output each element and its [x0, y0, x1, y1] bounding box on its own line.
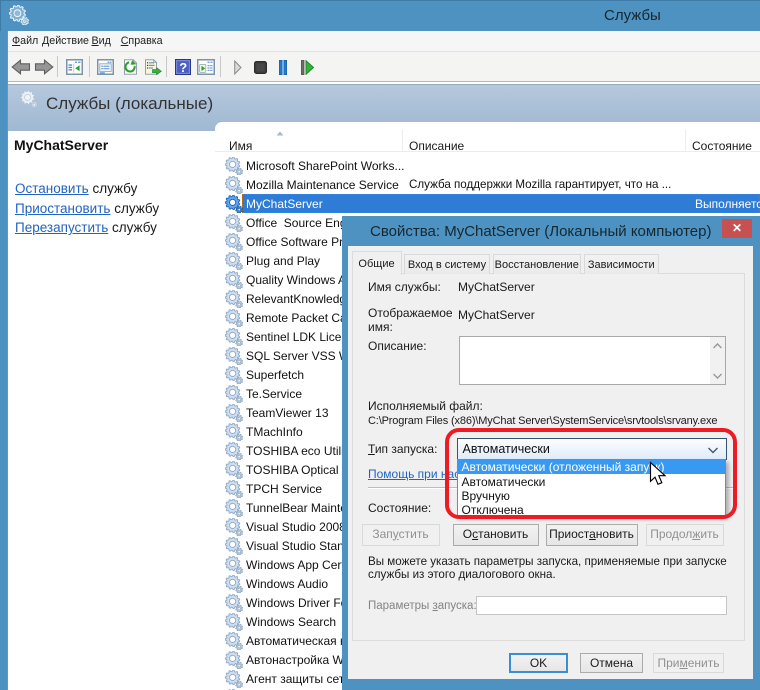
- svg-text:?: ?: [179, 60, 187, 75]
